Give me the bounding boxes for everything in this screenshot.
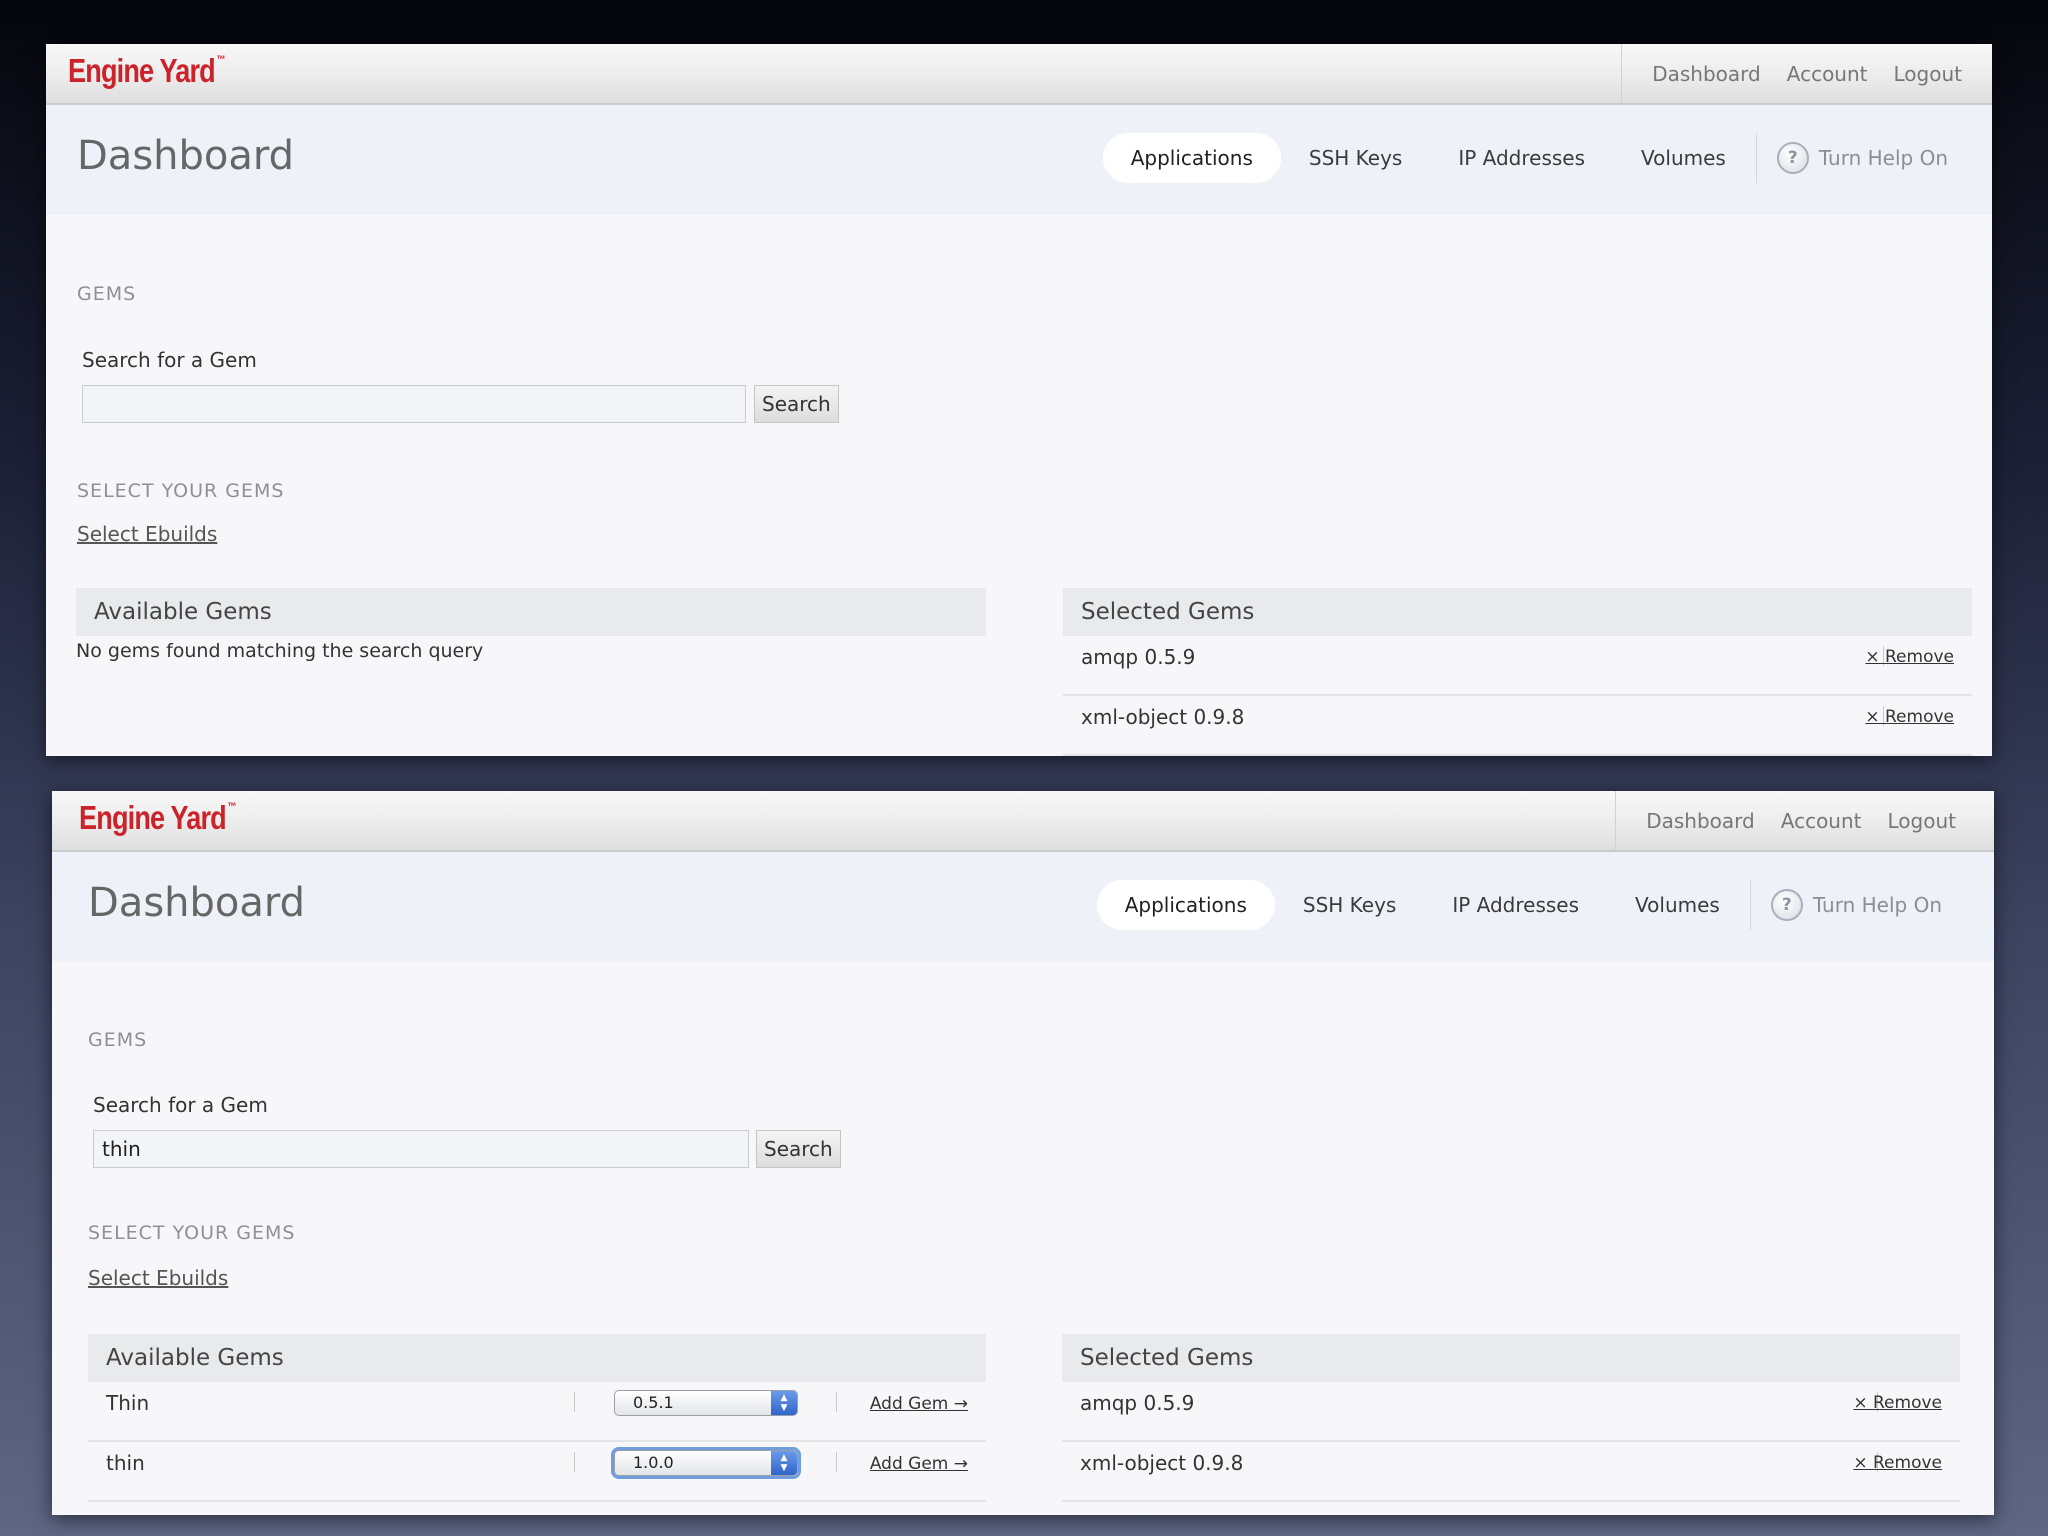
selected-gem-name: amqp 0.5.9 [1081,645,1196,669]
selected-gem-row: xml-object 0.9.8 × Remove [1063,696,1972,756]
remove-gem-link[interactable]: × Remove [1865,636,1954,678]
tab-applications[interactable]: Applications [1102,133,1281,183]
top-bar: Engine Yard ™ Dashboard Account Logout [52,791,1994,852]
tab-ssh-keys[interactable]: SSH Keys [1281,133,1430,183]
row-divider [836,1392,837,1412]
header-band: Dashboard Applications SSH Keys IP Addre… [46,105,1992,215]
selected-gem-row: amqp 0.5.9 × Remove [1063,636,1972,696]
selected-gems-box: Selected Gems amqp 0.5.9 × Remove xml-ob… [1062,1334,1960,1502]
no-gems-message: No gems found matching the search query [76,640,484,662]
main-tabs: Applications SSH Keys IP Addresses Volum… [1096,880,1942,930]
row-divider [574,1392,575,1412]
version-select[interactable]: 1.0.0 ▲ ▼ [614,1450,798,1476]
selected-gems-header: Selected Gems [1063,588,1972,636]
row-divider [574,1452,575,1472]
selected-gem-name: amqp 0.5.9 [1080,1391,1195,1415]
top-nav: Dashboard Account Logout [1615,791,1956,850]
turn-help-on-button[interactable]: ? Turn Help On [1755,133,1948,183]
top-nav-dashboard[interactable]: Dashboard [1652,62,1761,86]
search-label: Search for a Gem [93,1093,268,1117]
version-select-value: 0.5.1 [633,1393,674,1412]
available-gems-header: Available Gems [88,1334,986,1382]
tab-ip-addresses[interactable]: IP Addresses [1424,880,1607,930]
tab-ip-addresses[interactable]: IP Addresses [1430,133,1613,183]
remove-gem-link[interactable]: × Remove [1865,696,1954,738]
tab-applications[interactable]: Applications [1096,880,1275,930]
help-label: Turn Help On [1812,893,1942,917]
top-nav-logout[interactable]: Logout [1888,809,1956,833]
help-icon: ? [1770,889,1803,921]
search-button[interactable]: Search [754,385,839,423]
page-title: Dashboard [77,133,295,179]
tab-volumes[interactable]: Volumes [1613,133,1754,183]
selected-gem-row: amqp 0.5.9 × Remove [1062,1382,1960,1442]
top-nav-account[interactable]: Account [1787,62,1868,86]
header-band: Dashboard Applications SSH Keys IP Addre… [52,852,1994,962]
selected-gems-box: Selected Gems amqp 0.5.9 × Remove xml-ob… [1063,588,1972,756]
available-gems-box: Available Gems No gems found matching th… [76,588,986,662]
version-select[interactable]: 0.5.1 ▲ ▼ [614,1390,798,1416]
available-gems-header: Available Gems [76,588,986,636]
engine-yard-logo[interactable]: Engine Yard ™ [68,52,226,90]
select-gems-heading: SELECT YOUR GEMS [77,480,285,502]
gems-heading: GEMS [77,283,137,305]
gems-heading: GEMS [88,1029,148,1051]
add-gem-link[interactable]: Add Gem → [870,1382,968,1426]
select-ebuilds-link[interactable]: Select Ebuilds [88,1266,228,1290]
top-nav-logout[interactable]: Logout [1894,62,1962,86]
search-label: Search for a Gem [82,348,257,372]
tab-ssh-keys[interactable]: SSH Keys [1275,880,1424,930]
screenshot-panel-before-search: Engine Yard ™ Dashboard Account Logout Da… [46,44,1992,756]
top-nav: Dashboard Account Logout [1621,44,1962,103]
tab-volumes[interactable]: Volumes [1607,880,1748,930]
search-button[interactable]: Search [756,1130,841,1168]
engine-yard-logo[interactable]: Engine Yard ™ [79,799,237,837]
gem-search-input[interactable] [93,1130,749,1168]
select-arrows-icon: ▲ ▼ [771,1391,797,1415]
top-nav-dashboard[interactable]: Dashboard [1646,809,1755,833]
gem-search-input[interactable] [82,385,746,423]
available-gems-box: Available Gems Thin 0.5.1 ▲ ▼ Add Gem → t… [88,1334,986,1502]
version-select-value: 1.0.0 [633,1453,674,1472]
selected-gem-row: xml-object 0.9.8 × Remove [1062,1442,1960,1502]
top-bar: Engine Yard ™ Dashboard Account Logout [46,44,1992,105]
available-gem-row: Thin 0.5.1 ▲ ▼ Add Gem → [88,1382,986,1442]
add-gem-link[interactable]: Add Gem → [870,1442,968,1486]
select-arrows-icon: ▲ ▼ [771,1451,797,1475]
select-ebuilds-link[interactable]: Select Ebuilds [77,522,217,546]
top-nav-account[interactable]: Account [1781,809,1862,833]
main-tabs: Applications SSH Keys IP Addresses Volum… [1102,133,1948,183]
remove-gem-link[interactable]: × Remove [1853,1442,1942,1484]
row-divider [836,1452,837,1472]
available-gem-row: thin 1.0.0 ▲ ▼ Add Gem → [88,1442,986,1502]
screenshot-panel-after-search: Engine Yard ™ Dashboard Account Logout Da… [52,791,1994,1515]
help-icon: ? [1776,142,1809,174]
remove-gem-link[interactable]: × Remove [1853,1382,1942,1424]
selected-gem-name: xml-object 0.9.8 [1081,705,1245,729]
content: GEMS Search for a Gem Search SELECT YOUR… [52,962,1994,1515]
turn-help-on-button[interactable]: ? Turn Help On [1749,880,1942,930]
selected-gems-header: Selected Gems [1062,1334,1960,1382]
select-gems-heading: SELECT YOUR GEMS [88,1222,296,1244]
content: GEMS Search for a Gem Search SELECT YOUR… [46,215,1992,756]
available-gem-name: thin [106,1451,145,1475]
help-label: Turn Help On [1818,146,1948,170]
available-gem-name: Thin [106,1391,150,1415]
selected-gem-name: xml-object 0.9.8 [1080,1451,1244,1475]
page-title: Dashboard [88,880,306,926]
